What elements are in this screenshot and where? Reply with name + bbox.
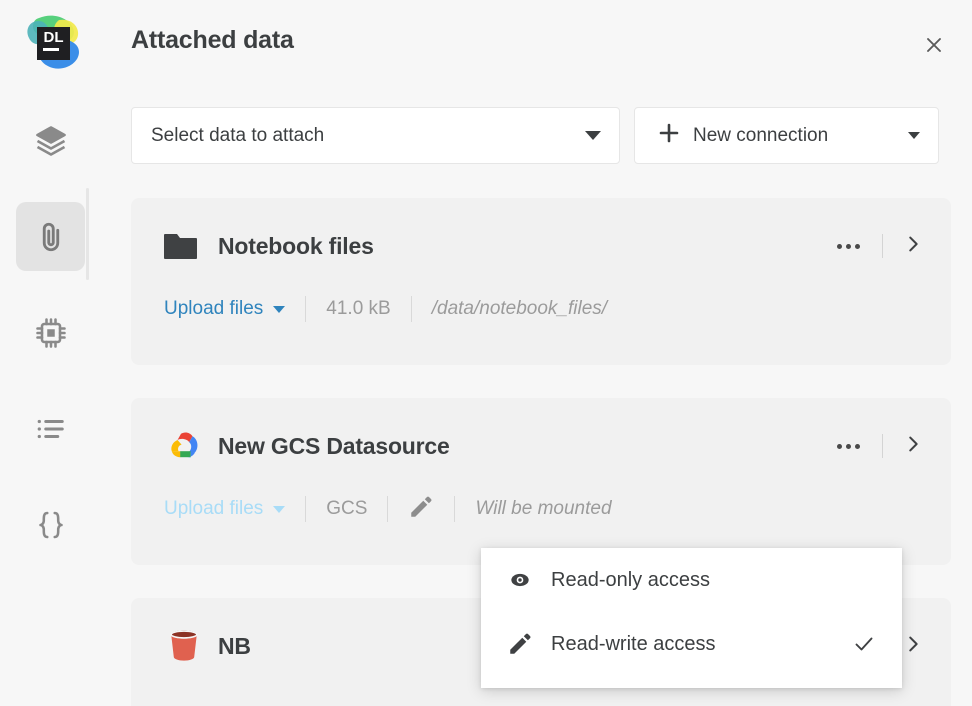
card-header: New GCS Datasource xyxy=(131,425,951,467)
sidebar-item-computation[interactable] xyxy=(16,298,85,367)
sidebar-item-variables[interactable] xyxy=(16,490,85,559)
card-more-actions-button[interactable] xyxy=(828,429,868,463)
sidebar: DL xyxy=(0,0,101,706)
card-header: Notebook files xyxy=(131,225,951,267)
plus-icon xyxy=(657,121,681,150)
divider xyxy=(305,296,307,322)
card-title: New GCS Datasource xyxy=(218,432,450,459)
new-connection-button[interactable]: New connection xyxy=(634,107,939,164)
more-dot-icon xyxy=(854,443,860,449)
close-icon xyxy=(922,33,946,62)
card-title: Notebook files xyxy=(218,232,374,259)
menu-item-label: Read-write access xyxy=(551,632,716,655)
divider xyxy=(387,496,389,522)
more-dot-icon xyxy=(845,443,851,449)
upload-files-label: Upload files xyxy=(164,498,264,519)
card-expand-button[interactable] xyxy=(897,229,929,263)
more-dot-icon xyxy=(845,243,851,249)
card-size: 41.0 kB xyxy=(326,298,391,319)
bucket-icon xyxy=(164,627,204,665)
google-cloud-icon xyxy=(164,428,204,464)
more-dot-icon xyxy=(836,443,842,449)
layers-icon xyxy=(33,123,69,159)
attached-data-panel: DL Attached data Select data to attach N… xyxy=(0,0,972,706)
upload-files-link[interactable]: Upload files xyxy=(164,298,286,320)
sidebar-item-layers[interactable] xyxy=(16,106,85,175)
data-card-notebook-files[interactable]: Notebook files Upload files 41.0 kB /dat… xyxy=(131,198,951,365)
chevron-down-icon xyxy=(273,505,286,513)
divider xyxy=(454,496,456,522)
sidebar-item-outline[interactable] xyxy=(16,394,85,463)
datalore-logo: DL xyxy=(15,8,87,80)
card-source-type: GCS xyxy=(326,498,368,519)
card-expand-button[interactable] xyxy=(897,429,929,463)
upload-files-link[interactable]: Upload files xyxy=(164,498,286,520)
card-mount-status: Will be mounted xyxy=(475,498,612,519)
card-meta: Upload files GCS Will be mounted xyxy=(131,494,951,524)
new-connection-label: New connection xyxy=(693,124,829,146)
more-dot-icon xyxy=(854,243,860,249)
sidebar-scroll-indicator[interactable] xyxy=(86,188,89,280)
menu-item-read-write-access[interactable]: Read-write access xyxy=(481,612,902,676)
data-card-new-gcs-datasource[interactable]: New GCS Datasource Upload files GCS Will… xyxy=(131,398,951,565)
divider xyxy=(410,296,412,322)
menu-item-label: Read-only access xyxy=(551,568,710,591)
select-data-to-attach-dropdown[interactable]: Select data to attach xyxy=(131,107,620,164)
page-title: Attached data xyxy=(131,26,294,54)
chevron-down-icon xyxy=(585,131,601,140)
more-dot-icon xyxy=(836,243,842,249)
folder-icon xyxy=(164,231,204,261)
menu-item-read-only-access[interactable]: Read-only access xyxy=(481,548,902,612)
upload-files-label: Upload files xyxy=(164,298,264,319)
eye-icon xyxy=(507,567,551,593)
divider xyxy=(882,434,883,458)
divider xyxy=(305,496,307,522)
chevron-right-icon xyxy=(902,233,924,260)
divider xyxy=(882,234,883,258)
card-more-actions-button[interactable] xyxy=(828,229,868,263)
svg-text:DL: DL xyxy=(44,29,64,46)
cpu-chip-icon xyxy=(33,315,69,351)
chevron-down-icon xyxy=(273,305,286,313)
chevron-right-icon xyxy=(902,433,924,460)
chevron-down-icon xyxy=(908,132,920,139)
card-mount-path: /data/notebook_files/ xyxy=(431,298,608,319)
list-icon xyxy=(33,411,69,447)
select-data-label: Select data to attach xyxy=(151,124,325,146)
card-meta: Upload files 41.0 kB /data/notebook_file… xyxy=(131,294,951,324)
curly-braces-icon xyxy=(33,507,69,543)
toolbar: Select data to attach New connection xyxy=(131,107,939,164)
chevron-right-icon xyxy=(902,633,924,660)
pencil-icon xyxy=(408,494,434,525)
edit-access-button[interactable] xyxy=(408,494,434,525)
close-button[interactable] xyxy=(918,31,950,63)
pencil-icon xyxy=(507,631,551,657)
access-mode-menu: Read-only access Read-write access xyxy=(481,548,902,688)
sidebar-item-attached-data[interactable] xyxy=(16,202,85,271)
paperclip-icon xyxy=(33,219,69,255)
menu-item-check-icon xyxy=(850,632,878,656)
sidebar-item-list xyxy=(16,106,85,586)
